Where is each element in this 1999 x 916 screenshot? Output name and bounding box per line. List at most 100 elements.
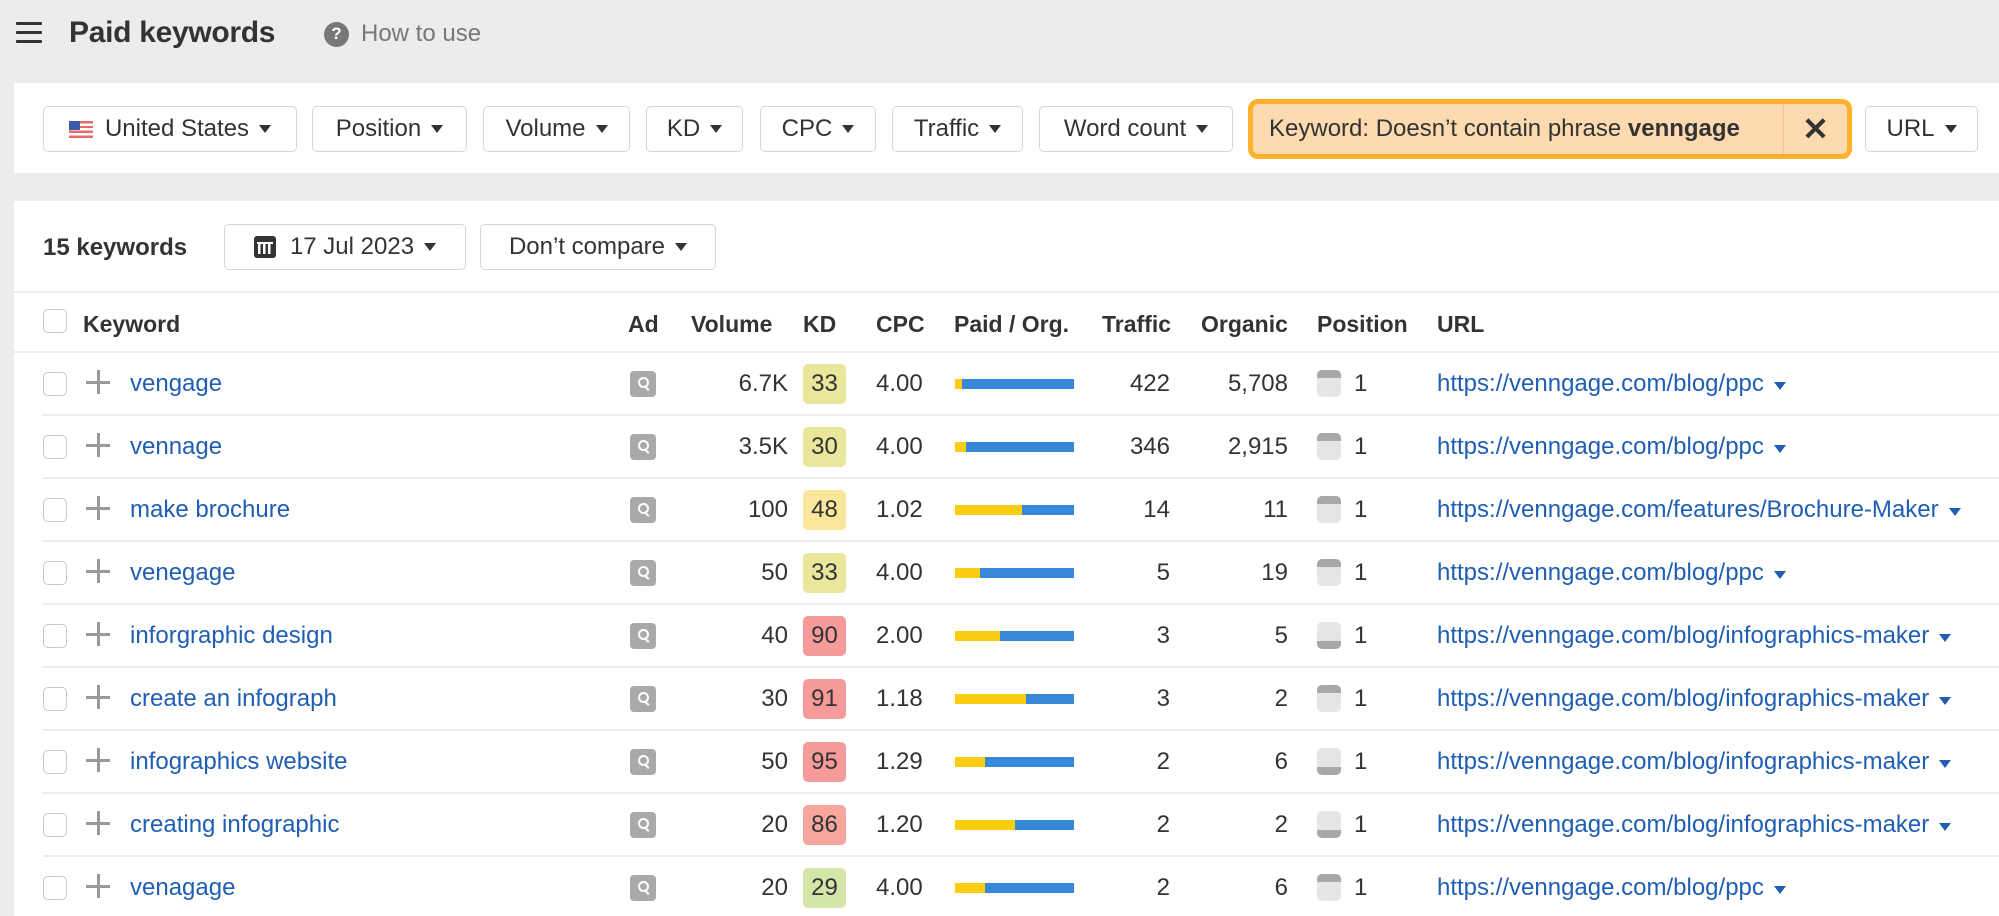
- keyword-link[interactable]: infographics website: [130, 748, 347, 776]
- cpc-filter-label: CPC: [781, 115, 833, 142]
- plus-icon[interactable]: [86, 748, 110, 772]
- close-icon[interactable]: ✕: [1783, 104, 1847, 154]
- row-checkbox[interactable]: [43, 498, 67, 522]
- caret-down-icon[interactable]: [1939, 634, 1952, 642]
- select-all-checkbox[interactable]: [43, 309, 67, 333]
- url-link[interactable]: https://venngage.com/blog/infographics-m…: [1437, 685, 1952, 713]
- plus-icon[interactable]: [86, 370, 110, 394]
- traffic-value: 422: [1129, 370, 1170, 397]
- caret-down-icon: [1944, 125, 1957, 133]
- plus-icon[interactable]: [86, 811, 110, 835]
- plus-icon[interactable]: [86, 874, 110, 898]
- ad-preview-search-icon[interactable]: [630, 371, 656, 397]
- keyword-link[interactable]: make brochure: [130, 496, 290, 524]
- column-header-position[interactable]: Position: [1317, 311, 1408, 338]
- caret-down-icon[interactable]: [1948, 508, 1961, 516]
- ad-preview-search-icon[interactable]: [630, 560, 656, 586]
- plus-icon[interactable]: [86, 685, 110, 709]
- plus-icon[interactable]: [86, 559, 110, 583]
- url-text: https://venngage.com/blog/ppc: [1437, 370, 1764, 397]
- url-link[interactable]: https://venngage.com/blog/ppc: [1437, 874, 1786, 902]
- keyword-link[interactable]: inforgraphic design: [130, 622, 333, 650]
- table-header: Keyword Ad Volume KD CPC Paid / Org. Tra…: [14, 293, 1999, 353]
- caret-down-icon[interactable]: [1773, 571, 1786, 579]
- word-count-filter-button[interactable]: Word count: [1039, 106, 1233, 152]
- ad-preview-search-icon[interactable]: [630, 686, 656, 712]
- url-link[interactable]: https://venngage.com/blog/ppc: [1437, 370, 1786, 398]
- ad-preview-search-icon[interactable]: [630, 434, 656, 460]
- country-filter-label: United States: [104, 115, 250, 142]
- caret-down-icon: [259, 125, 272, 133]
- paid-bar-segment: [955, 820, 1015, 830]
- ad-preview-search-icon[interactable]: [630, 497, 656, 523]
- kd-filter-button[interactable]: KD: [646, 106, 743, 152]
- ad-preview-search-icon[interactable]: [630, 875, 656, 901]
- keyword-link[interactable]: vennage: [130, 433, 222, 461]
- compare-dropdown-button[interactable]: Don’t compare: [480, 224, 716, 270]
- us-flag-icon: [68, 120, 93, 138]
- column-header-kd[interactable]: KD: [803, 311, 836, 338]
- url-link[interactable]: https://venngage.com/blog/ppc: [1437, 559, 1786, 587]
- row-checkbox[interactable]: [43, 435, 67, 459]
- row-checkbox[interactable]: [43, 813, 67, 837]
- caret-down-icon[interactable]: [1773, 886, 1786, 894]
- ad-preview-search-icon[interactable]: [630, 623, 656, 649]
- row-checkbox[interactable]: [43, 372, 67, 396]
- position-value: 1: [1354, 496, 1368, 523]
- column-header-url[interactable]: URL: [1437, 311, 1484, 338]
- keyword-link[interactable]: create an infograph: [130, 685, 337, 713]
- url-link[interactable]: https://venngage.com/blog/infographics-m…: [1437, 811, 1952, 839]
- organic-value: 2: [1274, 811, 1288, 838]
- caret-down-icon[interactable]: [1939, 697, 1952, 705]
- column-header-ad[interactable]: Ad: [628, 311, 659, 338]
- column-header-volume[interactable]: Volume: [691, 311, 772, 338]
- keyword-link[interactable]: venegage: [130, 559, 235, 587]
- ad-preview-search-icon[interactable]: [630, 749, 656, 775]
- keyword-link[interactable]: creating infographic: [130, 811, 339, 839]
- position-value: 1: [1354, 748, 1368, 775]
- caret-down-icon[interactable]: [1773, 382, 1786, 390]
- url-text: https://venngage.com/blog/infographics-m…: [1437, 685, 1930, 712]
- word-count-filter-label: Word count: [1063, 115, 1187, 142]
- plus-icon[interactable]: [86, 622, 110, 646]
- paid-organic-bar: [955, 757, 1074, 767]
- paid-bar-segment: [955, 505, 1022, 515]
- traffic-filter-button[interactable]: Traffic: [892, 106, 1023, 152]
- url-link[interactable]: https://venngage.com/blog/ppc: [1437, 433, 1786, 461]
- plus-icon[interactable]: [86, 496, 110, 520]
- date-picker-button[interactable]: 17 Jul 2023: [224, 224, 466, 270]
- url-link[interactable]: https://venngage.com/blog/infographics-m…: [1437, 622, 1952, 650]
- position-filter-button[interactable]: Position: [312, 106, 467, 152]
- column-header-cpc[interactable]: CPC: [876, 311, 925, 338]
- how-to-use-link[interactable]: ? How to use: [324, 20, 481, 48]
- column-header-keyword[interactable]: Keyword: [83, 311, 180, 338]
- ad-preview-search-icon[interactable]: [630, 812, 656, 838]
- keyword-link[interactable]: vengage: [130, 370, 222, 398]
- column-header-paid-org[interactable]: Paid / Org.: [954, 311, 1069, 338]
- row-checkbox[interactable]: [43, 624, 67, 648]
- cpc-filter-button[interactable]: CPC: [760, 106, 876, 152]
- row-checkbox[interactable]: [43, 876, 67, 900]
- caret-down-icon[interactable]: [1773, 445, 1786, 453]
- caret-down-icon[interactable]: [1939, 760, 1952, 768]
- url-link[interactable]: https://venngage.com/blog/infographics-m…: [1437, 748, 1952, 776]
- caret-down-icon[interactable]: [1939, 823, 1952, 831]
- keyword-link[interactable]: venagage: [130, 874, 235, 902]
- plus-icon[interactable]: [86, 433, 110, 457]
- country-filter-button[interactable]: United States: [43, 106, 297, 152]
- row-checkbox[interactable]: [43, 750, 67, 774]
- keyword-filter-chip[interactable]: Keyword: Doesn’t contain phrase venngage…: [1248, 99, 1852, 159]
- row-checkbox[interactable]: [43, 687, 67, 711]
- paid-organic-bar: [955, 379, 1074, 389]
- url-link[interactable]: https://venngage.com/features/Brochure-M…: [1437, 496, 1961, 524]
- url-filter-button[interactable]: URL: [1865, 106, 1978, 152]
- column-header-traffic[interactable]: Traffic: [1102, 311, 1171, 338]
- row-checkbox[interactable]: [43, 561, 67, 585]
- volume-value: 100: [747, 496, 788, 523]
- column-header-organic[interactable]: Organic: [1201, 311, 1288, 338]
- hamburger-menu-icon[interactable]: [16, 22, 42, 44]
- table-row: inforgraphic design 40 90 2.00 3 5 1 htt…: [14, 605, 1999, 668]
- volume-filter-button[interactable]: Volume: [483, 106, 630, 152]
- paid-bar-segment: [955, 757, 985, 767]
- compare-label: Don’t compare: [508, 233, 666, 260]
